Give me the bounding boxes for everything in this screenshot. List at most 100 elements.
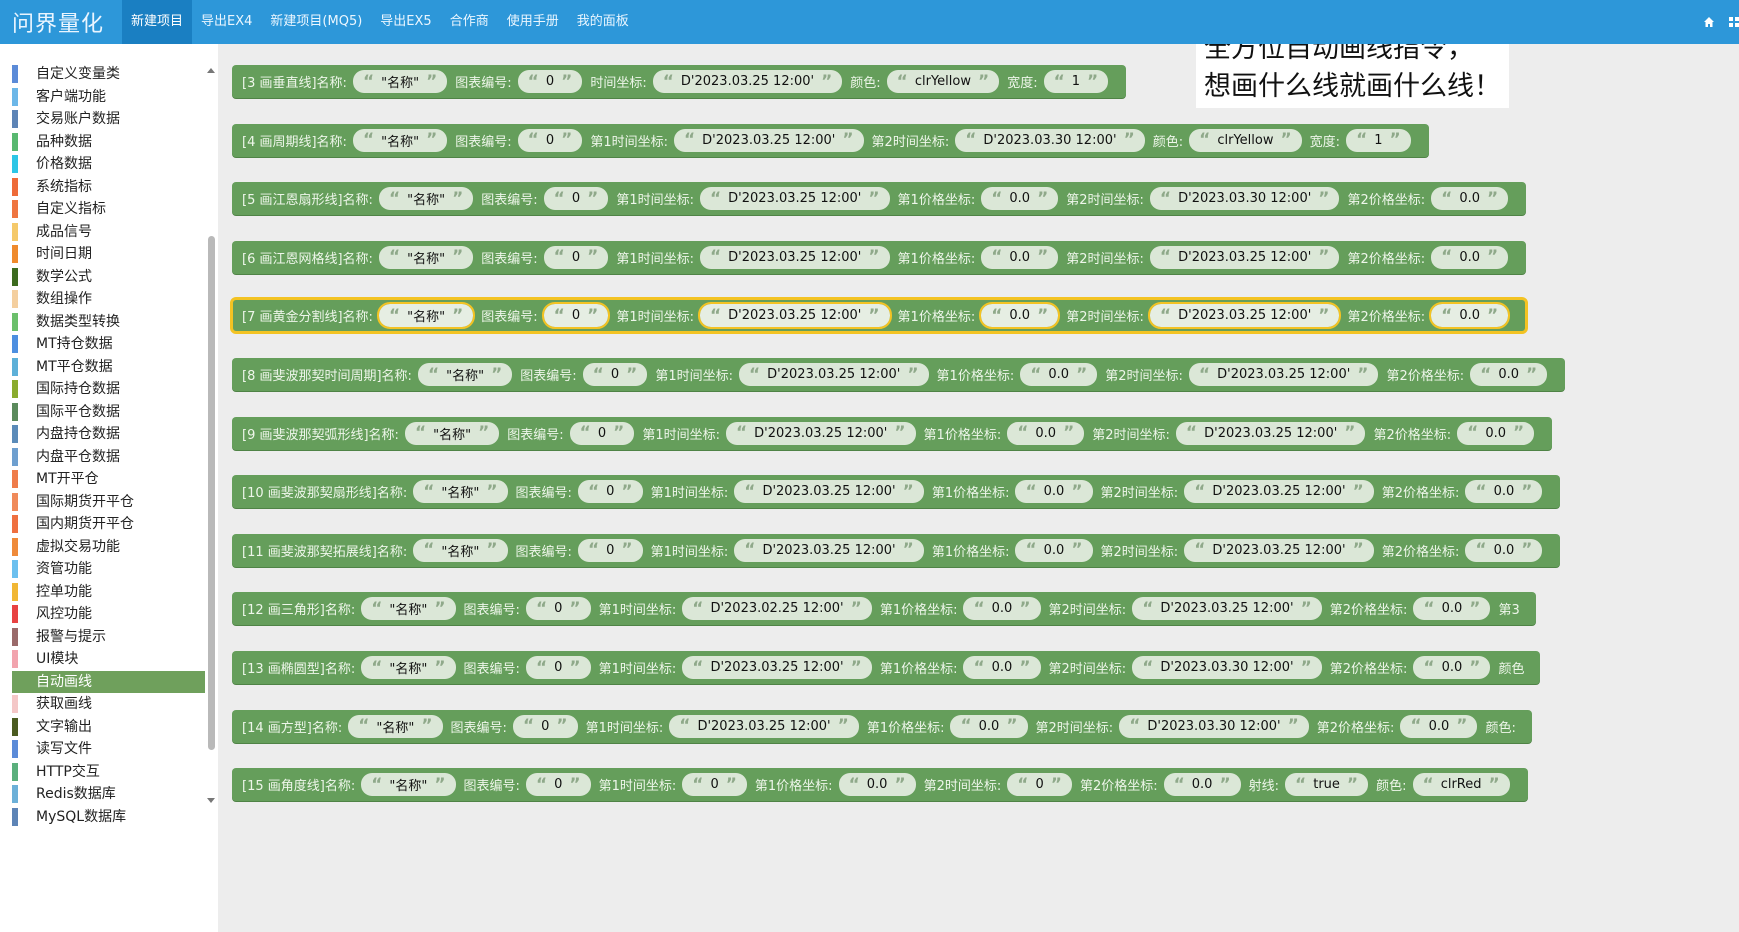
param-input[interactable]: “ 0.0 ” [1413,597,1491,621]
app-logo[interactable]: 问界量化 [12,6,104,38]
draw-block[interactable]: [8 画斐波那契时间周期]名称: “ "名称" ” 图表编号: “ 0 ” 第1时间坐标: “ D'… [232,358,1566,391]
sidebar-item[interactable]: 数组操作 [12,288,205,310]
param-input[interactable]: “ D'2023.03.30 12:00' ” [1132,656,1322,679]
param-input[interactable]: “ 0 ” [577,480,643,504]
param-input[interactable]: “ D'2023.03.25 12:00' ” [699,187,890,211]
sidebar-scrollbar[interactable] [205,44,218,818]
param-input[interactable]: “ 0 ” [577,538,643,562]
sidebar-item[interactable]: 内盘平仓数据 [12,446,205,468]
scroll-up-arrow-icon[interactable] [207,68,215,73]
param-input[interactable]: “ "名称" ” [378,187,474,211]
param-input[interactable]: “ 0.0 ” [1465,480,1543,504]
draw-block[interactable]: [13 画椭圆型]名称: “ "名称" ” 图表编号: “ 0 ” 第1时间坐标: “ D'2023… [232,651,1541,684]
sidebar-item[interactable]: 国际期货开平仓 [12,491,205,513]
param-input[interactable]: “ "名称" ” [361,597,456,621]
sidebar-item[interactable]: 数据类型转换 [12,311,205,333]
param-input[interactable]: “ 0 ” [517,70,583,93]
draw-block[interactable]: [10 画斐波那契扇形线]名称: “ "名称" ” 图表编号: “ 0 ” 第1时间坐标: “ D'… [232,475,1561,509]
sidebar-item[interactable]: 自定义变量类 [12,63,205,85]
draw-block[interactable]: [14 画方型]名称: “ "名称" ” 图表编号: “ 0 ” 第1时间坐标: “ D'2023.… [232,709,1532,743]
param-input[interactable]: “ D'2023.03.25 12:00' ” [1184,480,1374,504]
draw-block[interactable]: [12 画三角形]名称: “ "名称" ” 图表编号: “ 0 ” 第1时间坐标: “ D'2023… [232,592,1536,626]
sidebar-item[interactable]: 报警与提示 [12,626,205,648]
sidebar-item[interactable]: UI模块 [12,648,205,670]
param-input[interactable]: “ D'2023.03.30 12:00' ” [1149,187,1340,211]
sidebar-item[interactable]: 自动画线 [12,670,205,693]
param-input[interactable]: “ 0.0 ” [1413,656,1491,679]
param-input[interactable]: “ 0 ” [569,421,635,445]
param-input[interactable]: “ 0.0 ” [950,714,1028,738]
param-input[interactable]: “ "名称" ” [352,128,448,152]
param-input[interactable]: “ 0.0 ” [1007,421,1085,445]
sidebar-item[interactable]: MT开平仓 [12,468,205,490]
param-input[interactable]: “ 0.0 ” [1431,245,1509,269]
sidebar-item[interactable]: 成品信号 [12,221,205,243]
draw-block[interactable]: [4 画周期线]名称: “ "名称" ” 图表编号: “ 0 ” 第1时间坐标: “ D'2023.… [232,123,1429,157]
param-input[interactable]: “ clrYellow ” [1189,128,1302,152]
scroll-down-arrow-icon[interactable] [207,798,215,803]
param-input[interactable]: “ 0.0 ” [838,773,916,797]
sidebar-item[interactable]: 读写文件 [12,738,205,760]
sidebar-item[interactable]: MT平仓数据 [12,356,205,378]
param-input[interactable]: “ D'2023.03.30 12:00' ” [955,128,1145,152]
param-input[interactable]: “ 0 ” [543,245,609,269]
grid-icon[interactable] [1729,16,1739,28]
param-input[interactable]: “ "名称" ” [413,480,508,504]
param-input[interactable]: “ 0 ” [512,714,578,738]
sidebar-item[interactable]: 国际平仓数据 [12,401,205,423]
param-input[interactable]: “ 0.0 ” [981,245,1059,269]
param-input[interactable]: “ 0.0 ” [1429,302,1511,330]
param-input[interactable]: “ D'2023.03.25 12:00' ” [1147,302,1342,330]
param-input[interactable]: “ "名称" ” [361,656,456,679]
param-input[interactable]: “ 0 ” [517,128,583,152]
param-input[interactable]: “ "名称" ” [361,773,456,797]
param-input[interactable]: “ 0.0 ” [1400,714,1478,738]
param-input[interactable]: “ D'2023.02.25 12:00' ” [682,597,872,621]
param-input[interactable]: “ 0.0 ” [963,597,1041,621]
param-input[interactable]: “ 0.0 ” [1163,773,1241,797]
param-input[interactable]: “ 0.0 ” [1015,538,1093,562]
param-input[interactable]: “ "名称" ” [348,714,443,738]
sidebar-item[interactable]: 文字输出 [12,716,205,738]
param-input[interactable]: “ 0.0 ” [981,187,1059,211]
draw-block[interactable]: [15 画角度线]名称: “ "名称" ” 图表编号: “ 0 ” 第1时间坐标: “ 0 ” 第1价格… [232,768,1528,802]
param-input[interactable]: “ D'2023.03.25 12:00' ” [673,128,864,152]
param-input[interactable]: “ "名称" ” [417,363,513,386]
nav-item-4[interactable]: 合作商 [441,0,498,44]
draw-block[interactable]: [3 画垂直线]名称: “ "名称" ” 图表编号: “ 0 ” 时间坐标: “ D'2023.03… [232,65,1127,98]
param-input[interactable]: “ D'2023.03.25 12:00' ” [697,302,892,330]
param-input[interactable]: “ 0.0 ” [963,656,1041,679]
param-input[interactable]: “ clrYellow ” [886,70,1000,93]
nav-item-6[interactable]: 我的面板 [568,0,638,44]
sidebar-item[interactable]: 风控功能 [12,603,205,625]
param-input[interactable]: “ D'2023.03.25 12:00' ” [738,363,929,386]
param-input[interactable]: “ D'2023.03.25 12:00' ” [699,245,890,269]
param-input[interactable]: “ 0.0 ” [979,302,1061,330]
param-input[interactable]: “ 0 ” [525,773,591,797]
param-input[interactable]: “ D'2023.03.25 12:00' ” [1132,597,1322,621]
sidebar-item[interactable]: 客户端功能 [12,86,205,108]
param-input[interactable]: “ 0 ” [1007,773,1072,797]
param-input[interactable]: “ D'2023.03.25 12:00' ” [682,656,872,679]
draw-block[interactable]: [6 画江恩网格线]名称: “ "名称" ” 图表编号: “ 0 ” 第1时间坐标: “ D'202… [232,240,1527,274]
sidebar-item[interactable]: 价格数据 [12,153,205,175]
nav-item-0[interactable]: 新建项目 [122,0,193,44]
param-input[interactable]: “ "名称" ” [378,245,474,269]
sidebar-item[interactable]: HTTP交互 [12,761,205,783]
param-input[interactable]: “ 0 ” [582,363,648,386]
param-input[interactable]: “ 0.0 ” [1015,480,1093,504]
draw-block[interactable]: [9 画斐波那契弧形线]名称: “ "名称" ” 图表编号: “ 0 ” 第1时间坐标: “ D'2… [232,416,1553,450]
param-input[interactable]: “ D'2023.03.25 12:00' ” [734,480,924,504]
sidebar-item[interactable]: 国内期货开平仓 [12,513,205,535]
param-input[interactable]: “ D'2023.03.25 12:00' ” [725,421,916,445]
param-input[interactable]: “ "名称" ” [404,421,500,445]
param-input[interactable]: “ 0 ” [682,773,747,797]
draw-block[interactable]: [11 画斐波那契拓展线]名称: “ "名称" ” 图表编号: “ 0 ” 第1时间坐标: “ D'… [232,533,1561,567]
param-input[interactable]: “ D'2023.03.25 12:00' ” [734,538,924,562]
param-input[interactable]: “ D'2023.03.25 12:00' ” [652,70,843,93]
nav-item-1[interactable]: 导出EX4 [192,0,261,44]
sidebar-item[interactable]: 内盘持仓数据 [12,423,205,445]
sidebar-item[interactable]: 品种数据 [12,131,205,153]
sidebar-item[interactable]: MT持仓数据 [12,333,205,355]
home-icon[interactable] [1703,16,1715,28]
